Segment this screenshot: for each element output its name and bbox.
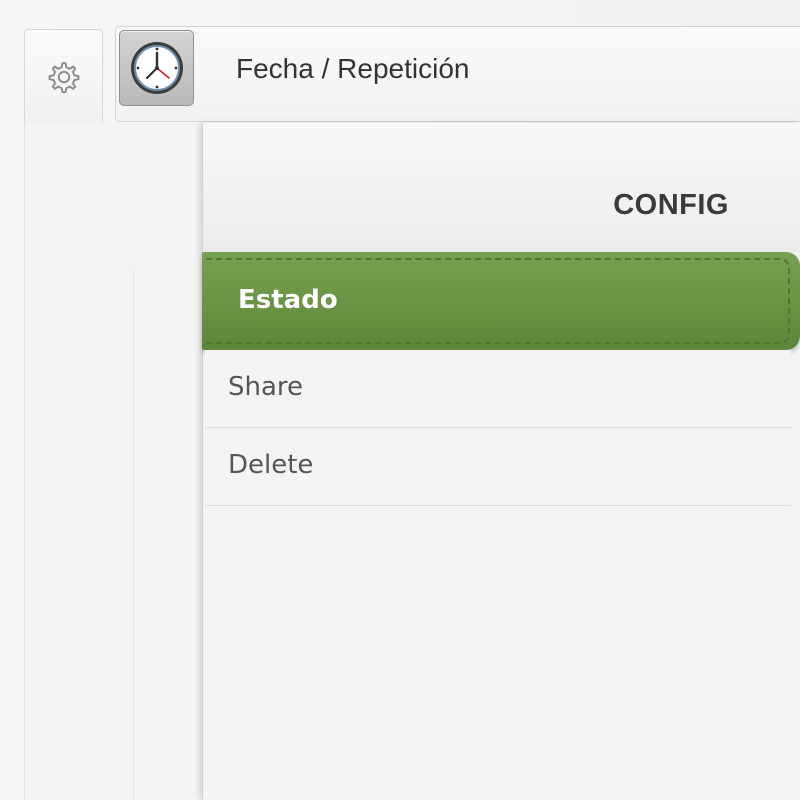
config-title: CONFIG <box>613 189 729 221</box>
menu-item-label: Estado <box>238 285 338 315</box>
config-header: CONFIG <box>203 123 800 253</box>
menu-item-estado[interactable]: Estado <box>202 252 800 350</box>
left-rail <box>24 123 202 800</box>
rail-divider <box>133 270 134 800</box>
settings-tab[interactable] <box>24 29 103 124</box>
page-title: Fecha / Repetición <box>236 53 470 84</box>
gear-icon <box>48 62 79 94</box>
clock-icon <box>130 42 183 94</box>
menu-item-label: Share <box>228 372 304 402</box>
app-screen: Fecha / Repetición CONFIG Estado Share D… <box>0 0 800 800</box>
clock-button[interactable] <box>119 30 194 106</box>
menu-item-delete[interactable]: Delete <box>205 428 791 506</box>
menu-item-label: Delete <box>228 450 314 480</box>
menu-item-share[interactable]: Share <box>205 350 791 428</box>
header-bar: Fecha / Repetición <box>115 26 800 122</box>
